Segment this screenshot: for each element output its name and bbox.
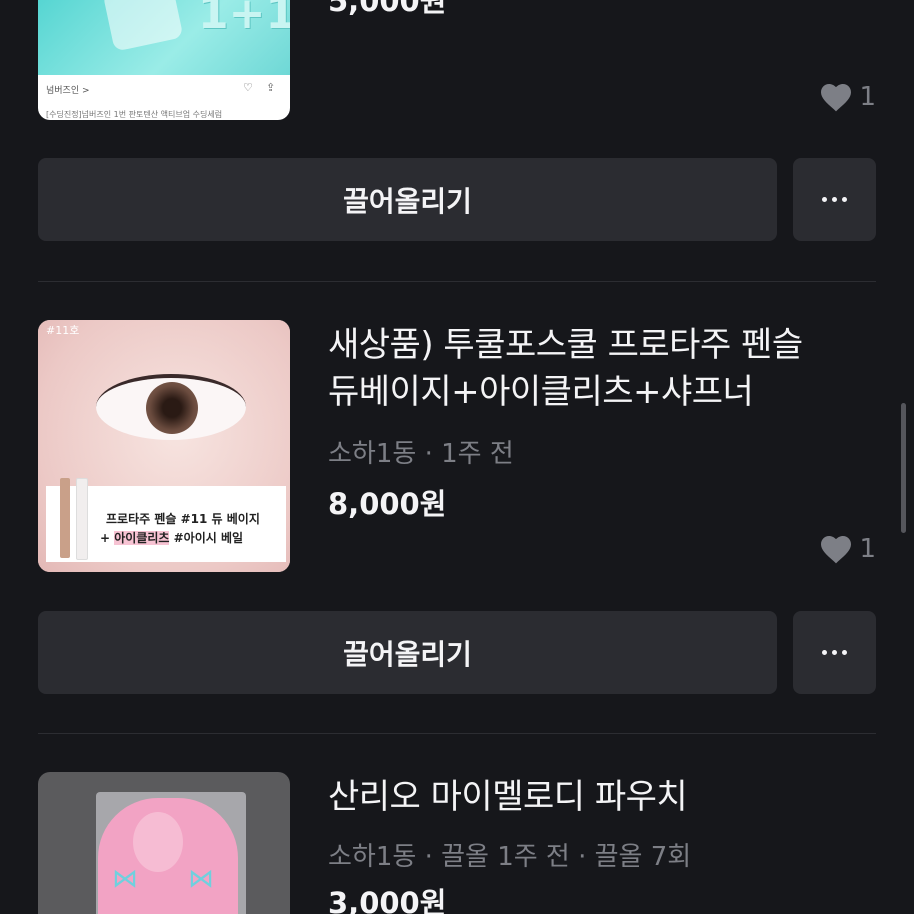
scrollbar[interactable] — [901, 403, 906, 533]
screen: 1+1 넘버즈인 > ♡ ⇪ [수딩진정]넘버즈인 1번 판토텐산 액티브업 수… — [0, 0, 914, 914]
more-options-button[interactable] — [793, 158, 876, 241]
bump-button[interactable]: 끌어올리기 — [38, 611, 777, 694]
pencil-image — [76, 478, 88, 560]
listing-1-price: 5,000원 — [328, 0, 447, 18]
title-line: 새상품) 투쿨포스쿨 프로타주 펜슬 — [328, 325, 803, 365]
listing-3-thumbnail[interactable]: ⋈ ⋈ — [38, 772, 290, 914]
pencil-image — [60, 478, 70, 558]
bow-icon: ⋈ — [112, 864, 138, 894]
more-dots-icon — [822, 650, 827, 655]
title-line: 산리오 마이멜로디 파우치 — [328, 777, 688, 817]
listing-3-meta: 소하1동 · 끌올 1주 전 · 끌올 7회 — [328, 842, 692, 872]
like-count: 1 — [859, 534, 876, 564]
listing-2-thumbnail[interactable]: #11호 프로타주 펜슬 #11 듀 베이지 + 아이클리츠 #아이시 베일 — [38, 320, 290, 572]
heart-outline-icon: ♡ — [243, 81, 253, 94]
listing-3-title[interactable]: 산리오 마이멜로디 파우치 — [328, 774, 688, 821]
bump-button[interactable]: 끌어올리기 — [38, 158, 777, 241]
title-line: 듀베이지+아이클리츠+샤프너 — [328, 372, 754, 412]
divider — [38, 281, 876, 282]
listing-1-likes: 1 — [819, 82, 876, 112]
listing-3-price: 3,000원 — [328, 886, 447, 914]
listing-2-likes: 1 — [819, 534, 876, 564]
more-dots-icon — [822, 197, 827, 202]
bow-icon: ⋈ — [188, 864, 214, 894]
divider — [38, 733, 876, 734]
heart-icon — [821, 84, 852, 112]
pouch-ear-image — [133, 812, 183, 872]
like-count: 1 — [859, 82, 876, 112]
product-line-1: 프로타주 펜슬 #11 듀 베이지 — [106, 512, 260, 526]
promo-text: 1+1 — [198, 0, 290, 39]
listing-2-title[interactable]: 새상품) 투쿨포스쿨 프로타주 펜슬 듀베이지+아이클리츠+샤프너 — [328, 322, 803, 416]
thumbnail-brand: 넘버즈인 > — [46, 86, 90, 96]
listing-1-thumbnail[interactable]: 1+1 넘버즈인 > ♡ ⇪ [수딩진정]넘버즈인 1번 판토텐산 액티브업 수… — [38, 0, 290, 120]
listing-2-meta: 소하1동 · 1주 전 — [328, 439, 514, 469]
shade-tag: #11호 — [46, 324, 80, 337]
thumbnail-caption: [수딩진정]넘버즈인 1번 판토텐산 액티브업 수딩세럼 — [46, 110, 223, 119]
share-icon: ⇪ — [266, 81, 276, 94]
product-line-2: + 아이클리츠 #아이시 베일 — [100, 531, 244, 545]
iris-image — [146, 382, 198, 434]
listing-2-price: 8,000원 — [328, 487, 447, 521]
more-options-button[interactable] — [793, 611, 876, 694]
heart-icon — [821, 536, 852, 564]
